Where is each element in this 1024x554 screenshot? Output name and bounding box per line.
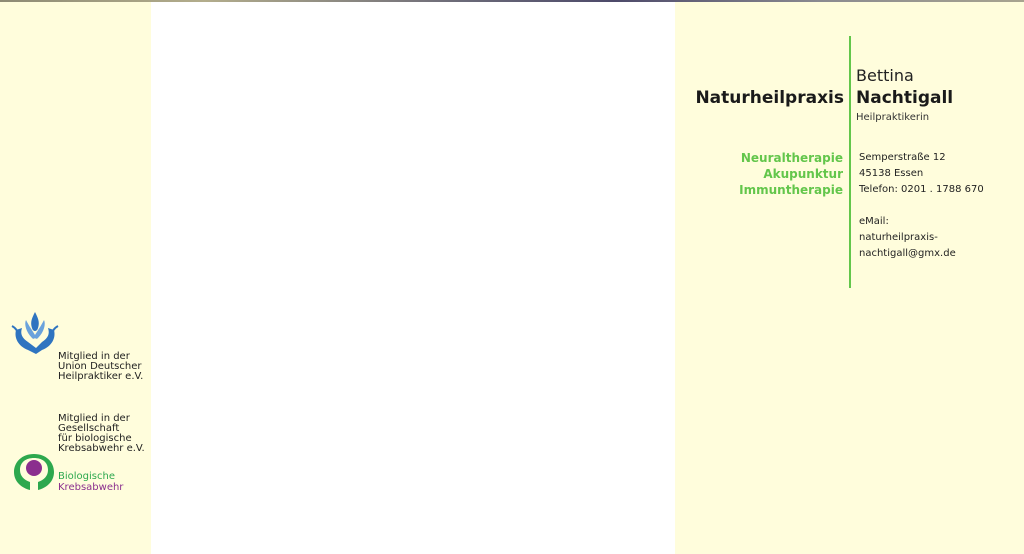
service-item[interactable]: Neuraltherapie bbox=[739, 150, 843, 166]
first-name: Bettina bbox=[856, 66, 914, 85]
praxis-label: Naturheilpraxis bbox=[695, 88, 844, 108]
contact-city: 45138 Essen bbox=[859, 168, 924, 179]
gbk-logo-label: Biologische Krebsabwehr bbox=[58, 471, 124, 493]
contact-block: Semperstraße 12 45138 Essen Telefon: 020… bbox=[859, 150, 1024, 262]
profession-title: Heilpraktikerin bbox=[856, 112, 930, 123]
green-divider bbox=[849, 36, 851, 288]
last-name: Nachtigall bbox=[856, 88, 954, 108]
gbk-membership-text: Mitglied in der Gesellschaft für biologi… bbox=[58, 413, 145, 454]
contact-phone: Telefon: 0201 . 1788 670 bbox=[859, 184, 984, 195]
email-link[interactable]: naturheilpraxis-nachtigall@gmx.de bbox=[859, 230, 1024, 262]
udh-membership-text: Mitglied in der Union Deutscher Heilprak… bbox=[58, 351, 144, 382]
service-item[interactable]: Immuntherapie bbox=[739, 182, 843, 198]
gbk-logo-icon[interactable] bbox=[14, 452, 54, 492]
main-content-area bbox=[151, 2, 675, 554]
service-item[interactable]: Akupunktur bbox=[739, 166, 843, 182]
email-label: eMail: bbox=[859, 216, 889, 227]
contact-street: Semperstraße 12 bbox=[859, 152, 946, 163]
services-list: Neuraltherapie Akupunktur Immuntherapie bbox=[739, 150, 843, 198]
udh-logo-icon[interactable] bbox=[10, 308, 60, 358]
